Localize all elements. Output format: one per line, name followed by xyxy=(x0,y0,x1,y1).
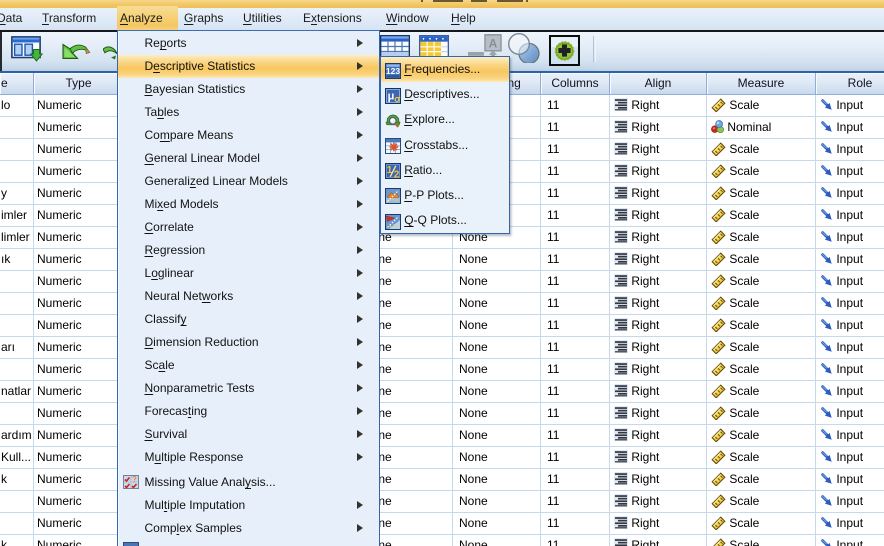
svg-text:2: 2 xyxy=(394,170,400,179)
svg-text:123: 123 xyxy=(386,66,400,76)
svg-text:A: A xyxy=(489,37,498,51)
svg-text:?: ? xyxy=(132,475,137,484)
svg-text:σ: σ xyxy=(394,94,400,104)
